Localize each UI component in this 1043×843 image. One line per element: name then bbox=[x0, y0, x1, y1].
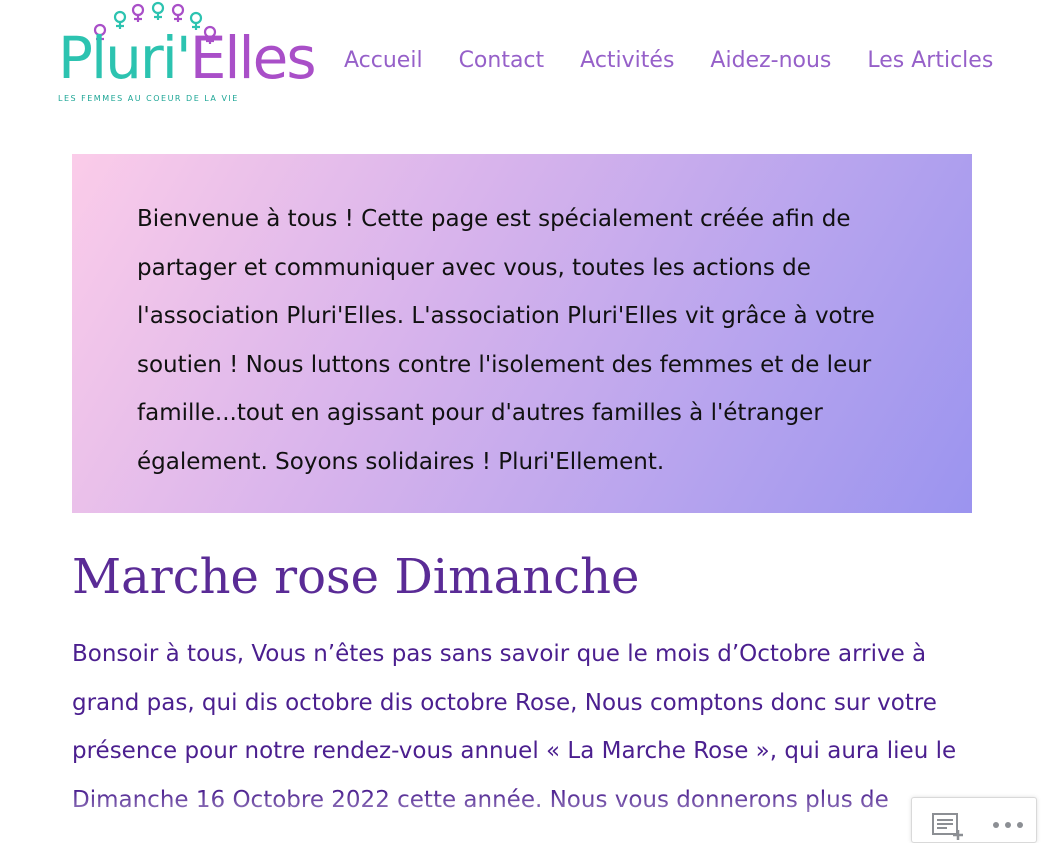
nav-item-activites[interactable]: Activités bbox=[580, 44, 674, 78]
main-navigation: Accueil Contact Activités Aidez-nous Les… bbox=[344, 44, 993, 78]
nav-item-contact[interactable]: Contact bbox=[459, 44, 545, 78]
logo-wordmark: Pluri'Elles bbox=[58, 24, 317, 92]
post-title[interactable]: Marche rose Dimanche bbox=[72, 545, 639, 609]
logo-tagline: LES FEMMES AU COEUR DE LA VIE bbox=[58, 94, 239, 103]
bottom-fade bbox=[0, 790, 1043, 836]
more-icon[interactable] bbox=[992, 820, 1024, 830]
welcome-text: Bienvenue à tous ! Cette page est spécia… bbox=[137, 206, 875, 475]
welcome-banner: Bienvenue à tous ! Cette page est spécia… bbox=[72, 154, 972, 513]
logo-name-part2: Elles bbox=[189, 24, 317, 92]
nav-item-les-articles[interactable]: Les Articles bbox=[867, 44, 993, 78]
site-header: Pluri'Elles LES FEMMES AU COEUR DE LA VI… bbox=[0, 0, 1043, 130]
floating-action-bar bbox=[911, 797, 1037, 843]
nav-item-aidez-nous[interactable]: Aidez-nous bbox=[710, 44, 831, 78]
site-logo[interactable]: Pluri'Elles LES FEMMES AU COEUR DE LA VI… bbox=[56, 0, 317, 120]
nav-item-accueil[interactable]: Accueil bbox=[344, 44, 423, 78]
logo-name-part1: Pluri' bbox=[58, 24, 192, 92]
